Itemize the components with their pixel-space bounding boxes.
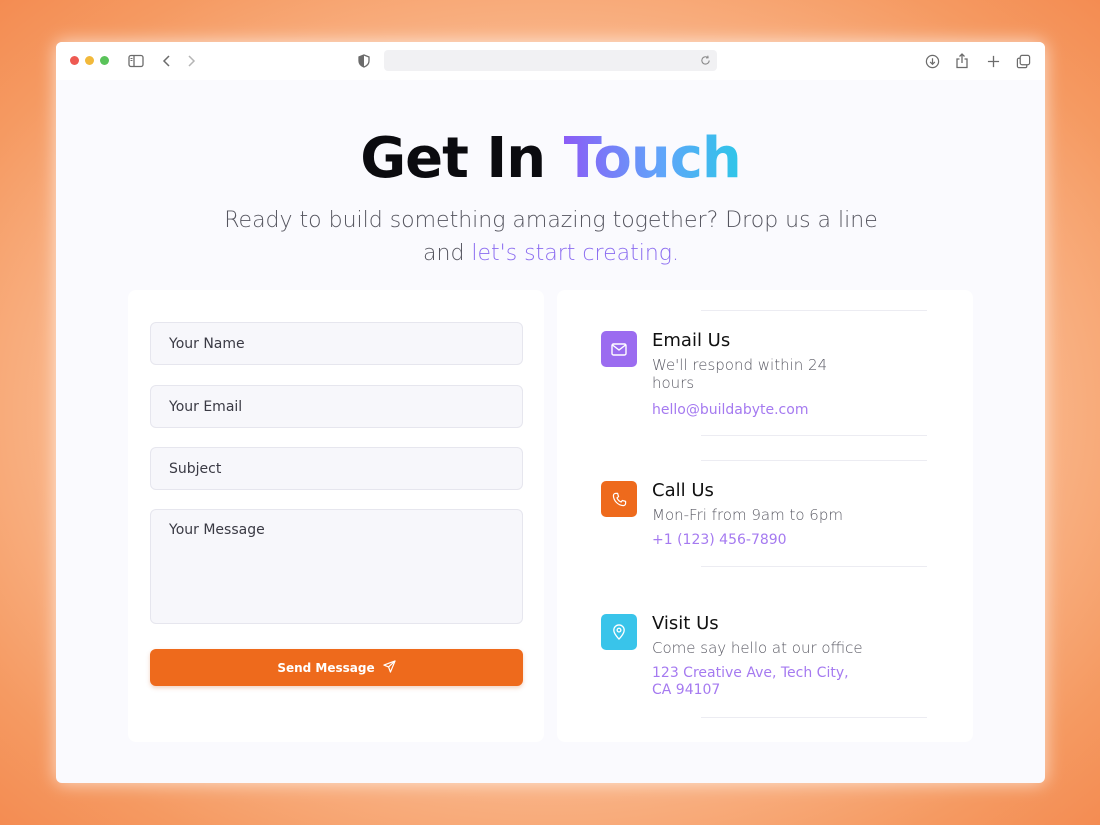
phone-icon: [601, 481, 637, 517]
reload-icon[interactable]: [697, 52, 713, 68]
divider: [701, 566, 927, 567]
email-input[interactable]: [150, 385, 523, 428]
divider: [701, 717, 927, 718]
name-input[interactable]: [150, 322, 523, 365]
plus-icon[interactable]: [984, 52, 1002, 70]
divider: [701, 460, 927, 461]
address-link[interactable]: 123 Creative Ave, Tech City, CA 94107: [652, 665, 852, 699]
contact-description: Come say hello at our office: [652, 639, 863, 657]
send-icon: [382, 659, 396, 676]
browser-toolbar: [56, 42, 1045, 80]
address-bar[interactable]: [384, 50, 717, 71]
contact-form: Send Message: [128, 290, 544, 742]
divider: [701, 435, 927, 436]
page-subtitle: Ready to build something amazing togethe…: [206, 204, 896, 270]
contact-title: Visit Us: [652, 613, 719, 634]
sidebar-icon[interactable]: [127, 52, 145, 70]
title-plain: Get In: [360, 126, 564, 191]
page-title: Get In Touch: [56, 126, 1045, 191]
send-message-label: Send Message: [277, 660, 375, 675]
subject-input[interactable]: [150, 447, 523, 490]
subtitle-accent: let's start creating.: [471, 241, 679, 266]
message-textarea[interactable]: [150, 509, 523, 624]
email-link[interactable]: hello@buildabyte.com: [652, 402, 867, 419]
minimize-window-button[interactable]: [85, 56, 94, 65]
close-window-button[interactable]: [70, 56, 79, 65]
send-message-button[interactable]: Send Message: [150, 649, 523, 686]
back-icon[interactable]: [158, 52, 176, 70]
forward-icon[interactable]: [182, 52, 200, 70]
tabs-icon[interactable]: [1014, 52, 1032, 70]
title-accent: Touch: [563, 126, 742, 191]
shield-icon[interactable]: [355, 52, 373, 70]
map-pin-icon: [601, 614, 637, 650]
contact-description: We'll respond within 24 hours: [652, 356, 828, 392]
browser-window: Get In Touch Ready to build something am…: [56, 42, 1045, 783]
divider: [701, 310, 927, 311]
share-icon[interactable]: [953, 52, 971, 70]
maximize-window-button[interactable]: [100, 56, 109, 65]
contact-title: Email Us: [652, 330, 731, 351]
mail-icon: [601, 331, 637, 367]
contact-info-card: Email Us We'll respond within 24 hours h…: [557, 290, 973, 742]
contact-title: Call Us: [652, 480, 714, 501]
download-icon[interactable]: [923, 52, 941, 70]
phone-link[interactable]: +1 (123) 456-7890: [652, 532, 867, 549]
contact-description: Mon-Fri from 9am to 6pm: [652, 506, 843, 524]
